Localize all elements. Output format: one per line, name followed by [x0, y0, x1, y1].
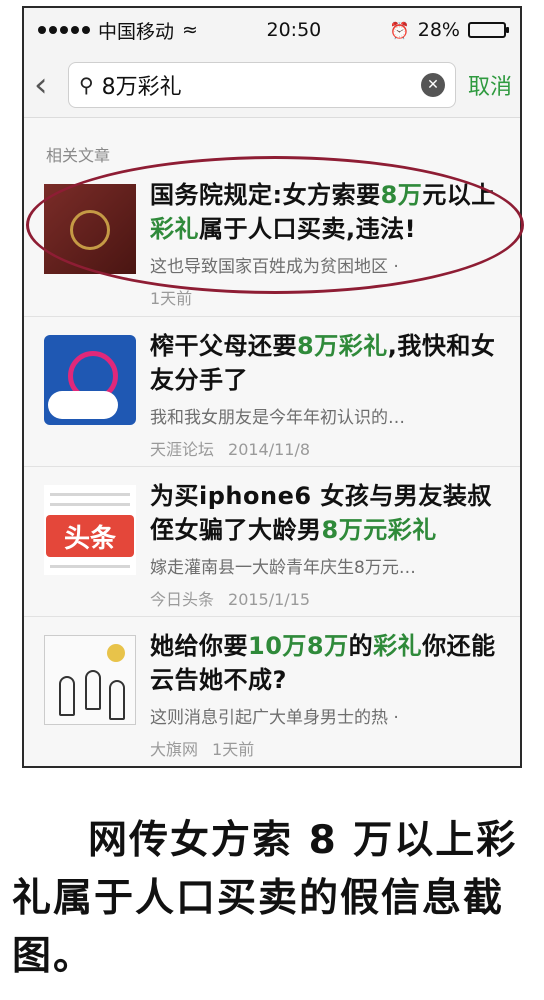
result-date: 1天前 [212, 740, 255, 759]
result-snippet: 这也导致国家百姓成为贫困地区 · [150, 257, 399, 277]
result-body: 她给你要10万8万的彩礼你还能云告她不成? 这则消息引起广大单身男士的热 · 大旗网… [150, 629, 506, 759]
logo-line [50, 503, 130, 506]
result-snippet: 这则消息引起广大单身男士的热 · [150, 708, 399, 728]
title-text: 国务院规定:女方索要 [150, 181, 381, 209]
result-date: 2014/11/8 [228, 440, 311, 459]
title-highlight: 10万8万 [248, 632, 349, 660]
cloud-icon [48, 391, 118, 419]
result-body: 国务院规定:女方索要8万元以上彩礼属于人口买卖,违法! 这也导致国家百姓成为贫困地… [150, 178, 506, 309]
figure-icon [109, 680, 125, 720]
title-text: 属于人口买卖,违法! [199, 215, 417, 243]
title-highlight: 8万 [380, 181, 423, 209]
search-icon: ⚲ [79, 72, 94, 97]
battery-percent: 28% [417, 19, 460, 41]
result-item[interactable]: 头条 为买iphone6 女孩与男友装叔侄女骗了大龄男8万元彩礼嫁走灌南县一大龄青… [24, 466, 520, 616]
result-item[interactable]: 榨干父母还要8万彩礼,我快和女友分手了我和我女朋友是今年年初认识的… 天涯论坛 20… [24, 316, 520, 466]
search-input[interactable] [101, 72, 421, 97]
result-meta: 1天前 [150, 285, 506, 309]
title-text: 榨干父母还要 [150, 332, 297, 360]
title-highlight: 彩礼 [373, 632, 423, 660]
result-meta: 今日头条 2015/1/15 [150, 586, 506, 610]
phone-screenshot: 中国移动 ≈ 20:50 ⏰ 28% ‹ ⚲ ✕ 取消 相关文章 国务院规定:女… [22, 6, 522, 768]
result-source: 天涯论坛 [150, 440, 215, 459]
logo-line [50, 565, 130, 568]
result-title[interactable]: 她给你要10万8万的彩礼你还能云告她不成? [150, 629, 506, 697]
result-item[interactable]: 她给你要10万8万的彩礼你还能云告她不成? 这则消息引起广大单身男士的热 · 大旗网… [24, 616, 520, 766]
result-snippet: 我和我女朋友是今年年初认识的… [150, 408, 405, 428]
clear-icon[interactable]: ✕ [420, 72, 445, 97]
sun-icon [107, 644, 125, 662]
title-text: 元以上 [422, 181, 496, 209]
result-list: 国务院规定:女方索要8万元以上彩礼属于人口买卖,违法! 这也导致国家百姓成为贫困地… [24, 166, 520, 766]
title-highlight: 彩礼 [150, 215, 199, 243]
result-meta: 天涯论坛 2014/11/8 [150, 436, 506, 460]
wifi-icon: ≈ [182, 19, 198, 41]
cancel-button[interactable]: 取消 [468, 69, 512, 101]
title-highlight: 8万彩礼 [297, 332, 388, 360]
section-label: 相关文章 [46, 146, 111, 165]
result-date: 2015/1/15 [228, 590, 311, 609]
title-text: 的 [348, 632, 374, 660]
result-meta: 大旗网 1天前 [150, 736, 506, 760]
result-title[interactable]: 国务院规定:女方索要8万元以上彩礼属于人口买卖,违法! [150, 178, 506, 246]
result-source: 今日头条 [150, 590, 215, 609]
result-source: 大旗网 [150, 740, 199, 759]
result-title[interactable]: 为买iphone6 女孩与男友装叔侄女骗了大龄男8万元彩礼 [150, 479, 506, 547]
logo-text: 头条 [46, 515, 134, 557]
caption: 网传女方索 8 万以上彩礼属于人口买卖的假信息截图。 [12, 818, 518, 979]
signal-icon [38, 26, 90, 34]
result-body: 榨干父母还要8万彩礼,我快和女友分手了我和我女朋友是今年年初认识的… 天涯论坛 20… [150, 329, 506, 459]
status-time: 20:50 [266, 19, 322, 41]
figure-icon [59, 676, 75, 716]
title-highlight: 8万元彩礼 [321, 516, 437, 544]
cartoon-image [44, 635, 136, 725]
carrier-label: 中国移动 [98, 20, 175, 43]
toutiao-logo: 头条 [44, 485, 136, 575]
result-title[interactable]: 榨干父母还要8万彩礼,我快和女友分手了 [150, 329, 506, 397]
status-bar: 中国移动 ≈ 20:50 ⏰ 28% [24, 8, 520, 52]
figure-icon [85, 670, 101, 710]
globe-logo [44, 335, 136, 425]
result-item[interactable]: 国务院规定:女方索要8万元以上彩礼属于人口买卖,违法! 这也导致国家百姓成为贫困地… [24, 166, 520, 316]
emblem-icon [70, 210, 110, 250]
title-text: 她给你要 [150, 632, 248, 660]
alarm-icon: ⏰ [389, 20, 410, 40]
result-date: 1天前 [150, 289, 193, 308]
logo-line [50, 493, 130, 496]
search-box[interactable]: ⚲ ✕ [68, 61, 456, 108]
battery-icon [467, 22, 509, 38]
passport-image [44, 184, 136, 274]
result-body: 为买iphone6 女孩与男友装叔侄女骗了大龄男8万元彩礼嫁走灌南县一大龄青年庆… [150, 479, 506, 609]
back-chevron-icon[interactable]: ‹ [34, 68, 64, 102]
result-snippet: 嫁走灌南县一大龄青年庆生8万元… [150, 558, 416, 578]
search-header: ‹ ⚲ ✕ 取消 [24, 52, 520, 118]
